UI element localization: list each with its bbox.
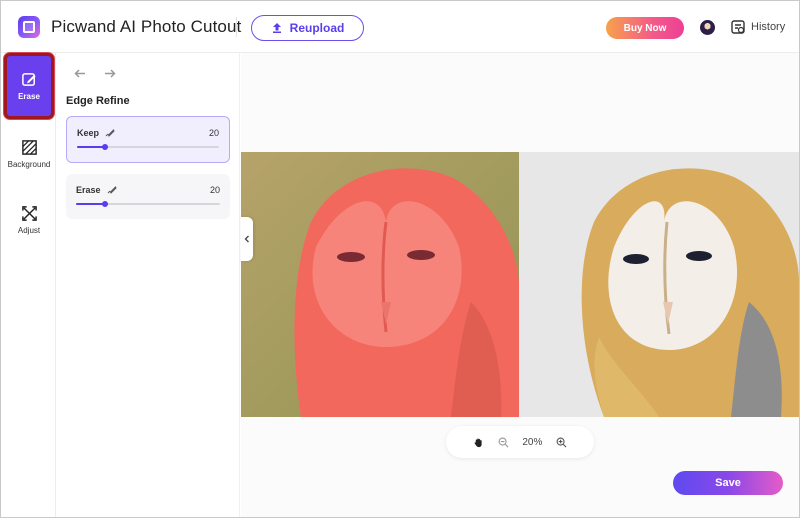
tool-background[interactable]: Background xyxy=(5,123,53,185)
background-icon xyxy=(21,140,37,155)
keep-slider-fill xyxy=(77,146,106,148)
tool-erase[interactable]: Erase xyxy=(4,53,54,119)
keep-brush-card[interactable]: Keep 20 xyxy=(66,116,230,163)
keep-label-row: Keep xyxy=(77,128,115,138)
history-icon[interactable] xyxy=(731,20,745,34)
erase-slider-fill xyxy=(76,203,105,205)
erase-label-row: Erase xyxy=(76,185,117,195)
tool-adjust[interactable]: Adjust xyxy=(5,189,53,251)
canvas-area[interactable]: 20% Save xyxy=(241,53,799,517)
original-photo-with-mask[interactable] xyxy=(241,152,519,417)
keep-label: Keep xyxy=(77,128,100,138)
keep-slider-thumb[interactable] xyxy=(102,144,109,150)
header: Picwand AI Photo Cutout Reupload Buy Now… xyxy=(1,1,799,53)
tool-rail: Erase Background Adjust xyxy=(1,53,56,517)
tool-erase-label: Erase xyxy=(18,92,40,101)
keep-value: 20 xyxy=(208,128,219,138)
reupload-label: Reupload xyxy=(289,21,345,35)
app-logo-icon xyxy=(18,16,40,38)
adjust-icon xyxy=(21,206,37,221)
history-link[interactable]: History xyxy=(751,21,785,33)
erase-icon xyxy=(21,73,36,86)
save-button[interactable]: Save xyxy=(673,471,783,495)
reupload-button[interactable]: Reupload xyxy=(251,15,364,41)
undo-icon xyxy=(74,69,85,78)
refine-panel: Edge Refine Keep 20 Erase 20 xyxy=(56,53,240,517)
cutout-result-photo[interactable] xyxy=(519,152,799,417)
app-window: Picwand AI Photo Cutout Reupload Buy Now… xyxy=(0,0,800,518)
erase-label: Erase xyxy=(76,185,101,195)
panel-title: Edge Refine xyxy=(66,95,130,107)
collapse-panel-button[interactable] xyxy=(241,217,253,261)
zoom-toolbar: 20% xyxy=(446,426,594,458)
erase-slider[interactable] xyxy=(76,201,220,207)
brush-icon xyxy=(105,129,115,137)
redo-icon xyxy=(105,69,116,78)
avatar[interactable] xyxy=(700,20,715,35)
buy-now-button[interactable]: Buy Now xyxy=(606,17,684,39)
app-title: Picwand AI Photo Cutout xyxy=(51,17,242,36)
zoom-out-icon[interactable] xyxy=(498,437,509,448)
brush-icon xyxy=(107,186,117,194)
upload-icon xyxy=(272,23,281,33)
chevron-left-icon xyxy=(244,235,249,243)
undo-button[interactable] xyxy=(71,65,89,83)
undo-redo-group xyxy=(71,65,119,83)
tool-background-label: Background xyxy=(7,160,51,169)
redo-button[interactable] xyxy=(101,65,119,83)
zoom-level: 20% xyxy=(522,436,543,448)
hand-icon[interactable] xyxy=(473,437,484,448)
zoom-in-icon[interactable] xyxy=(556,437,567,448)
keep-slider[interactable] xyxy=(77,144,219,150)
tool-adjust-label: Adjust xyxy=(17,226,41,235)
erase-slider-thumb[interactable] xyxy=(101,201,108,207)
header-divider xyxy=(236,17,237,37)
erase-value: 20 xyxy=(209,185,220,195)
erase-brush-card[interactable]: Erase 20 xyxy=(66,174,230,219)
